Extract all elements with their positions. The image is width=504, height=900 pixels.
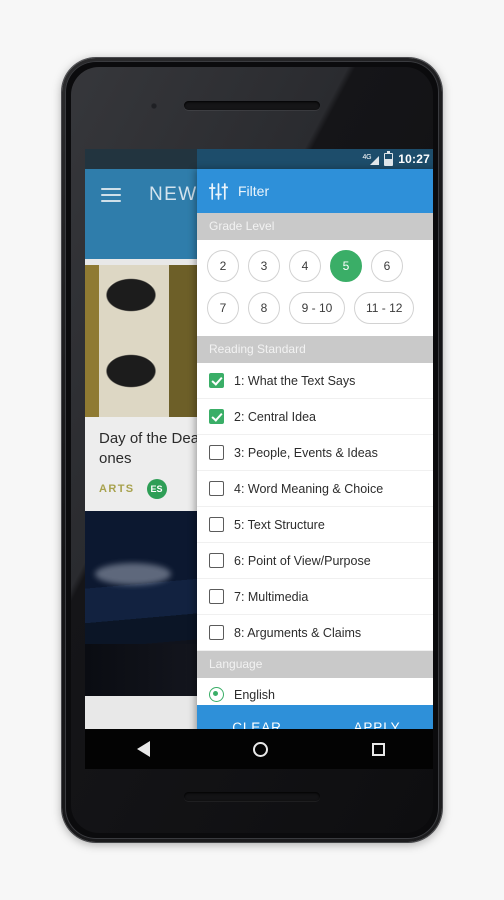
recents-icon[interactable] bbox=[372, 742, 386, 756]
reading-standard-row-1[interactable]: 1: What the Text Says bbox=[197, 363, 433, 399]
battery-icon bbox=[384, 150, 394, 166]
grade-chip-3[interactable]: 3 bbox=[248, 250, 280, 282]
grade-chip-6[interactable]: 6 bbox=[371, 250, 403, 282]
front-camera-icon bbox=[151, 103, 157, 109]
reading-standard-label-4: 4: Word Meaning & Choice bbox=[234, 481, 384, 496]
checkbox-icon-6[interactable] bbox=[209, 553, 224, 568]
status-bar: 4G 10:27 bbox=[85, 149, 433, 169]
checkbox-icon-7[interactable] bbox=[209, 589, 224, 604]
grade-chip-8[interactable]: 8 bbox=[248, 292, 280, 324]
grade-chip-9-10[interactable]: 9 - 10 bbox=[289, 292, 345, 324]
phone-bezel: 4G 10:27 NEWSELA ARTICLES bbox=[65, 61, 439, 839]
android-navigation-bar bbox=[85, 729, 433, 769]
reading-standard-label-1: 1: What the Text Says bbox=[234, 373, 356, 388]
grade-chip-4[interactable]: 4 bbox=[289, 250, 321, 282]
back-icon[interactable] bbox=[136, 741, 150, 757]
grade-chip-7[interactable]: 7 bbox=[207, 292, 239, 324]
checkbox-icon-4[interactable] bbox=[209, 481, 224, 496]
section-header-language: Language bbox=[197, 651, 433, 678]
language-row-english[interactable]: English bbox=[197, 678, 433, 705]
checkbox-icon-8[interactable] bbox=[209, 625, 224, 640]
filter-sliders-icon[interactable] bbox=[209, 182, 228, 200]
status-clock: 10:27 bbox=[398, 152, 430, 166]
reading-standard-label-2: 2: Central Idea bbox=[234, 409, 316, 424]
filter-scroll-area[interactable]: Grade Level 2 3 4 5 6 7 8 9 - 10 11 - 12… bbox=[197, 213, 433, 705]
signal-icon: 4G bbox=[363, 153, 380, 165]
grade-chip-area: 2 3 4 5 6 7 8 9 - 10 11 - 12 bbox=[197, 240, 433, 336]
reading-standard-label-6: 6: Point of View/Purpose bbox=[234, 553, 371, 568]
filter-panel: Filter Grade Level 2 3 4 5 6 7 8 9 - 10 … bbox=[197, 169, 433, 749]
reading-standard-row-3[interactable]: 3: People, Events & Ideas bbox=[197, 435, 433, 471]
grade-chip-row: 2 3 4 5 6 bbox=[207, 250, 427, 282]
reading-standard-row-5[interactable]: 5: Text Structure bbox=[197, 507, 433, 543]
hamburger-menu-icon[interactable] bbox=[101, 188, 121, 202]
radio-icon-english[interactable] bbox=[209, 687, 224, 702]
home-icon[interactable] bbox=[253, 741, 269, 757]
bottom-speaker-grille-icon bbox=[184, 792, 320, 801]
phone-device: 4G 10:27 NEWSELA ARTICLES bbox=[62, 58, 442, 842]
language-label-english: English bbox=[234, 687, 275, 702]
language-badge: ES bbox=[146, 479, 167, 499]
phone-glass: 4G 10:27 NEWSELA ARTICLES bbox=[71, 67, 433, 833]
reading-standard-label-8: 8: Arguments & Claims bbox=[234, 625, 362, 640]
reading-standard-label-5: 5: Text Structure bbox=[234, 517, 325, 532]
reading-standard-row-7[interactable]: 7: Multimedia bbox=[197, 579, 433, 615]
phone-screen: 4G 10:27 NEWSELA ARTICLES bbox=[85, 149, 433, 769]
checkbox-icon-2[interactable] bbox=[209, 409, 224, 424]
checkbox-icon-5[interactable] bbox=[209, 517, 224, 532]
filter-panel-header: Filter bbox=[197, 169, 433, 213]
cloud-shape bbox=[95, 563, 171, 585]
grade-chip-11-12[interactable]: 11 - 12 bbox=[354, 292, 415, 324]
checkbox-icon-3[interactable] bbox=[209, 445, 224, 460]
section-header-reading-standard: Reading Standard bbox=[197, 336, 433, 363]
reading-standard-label-7: 7: Multimedia bbox=[234, 589, 309, 604]
grade-chip-2[interactable]: 2 bbox=[207, 250, 239, 282]
reading-standard-row-2[interactable]: 2: Central Idea bbox=[197, 399, 433, 435]
article-category-label: ARTS bbox=[99, 483, 135, 495]
grade-chip-5[interactable]: 5 bbox=[330, 250, 362, 282]
earpiece-speaker-icon bbox=[184, 101, 320, 110]
reading-standard-label-3: 3: People, Events & Ideas bbox=[234, 445, 378, 460]
reading-standard-row-6[interactable]: 6: Point of View/Purpose bbox=[197, 543, 433, 579]
checkbox-icon-1[interactable] bbox=[209, 373, 224, 388]
reading-standard-row-8[interactable]: 8: Arguments & Claims bbox=[197, 615, 433, 651]
section-header-grade-level: Grade Level bbox=[197, 213, 433, 240]
filter-panel-title: Filter bbox=[238, 183, 270, 199]
status-bar-left-background bbox=[85, 149, 197, 169]
signal-bars-icon bbox=[370, 156, 380, 165]
grade-chip-row: 7 8 9 - 10 11 - 12 bbox=[207, 292, 427, 324]
reading-standard-row-4[interactable]: 4: Word Meaning & Choice bbox=[197, 471, 433, 507]
